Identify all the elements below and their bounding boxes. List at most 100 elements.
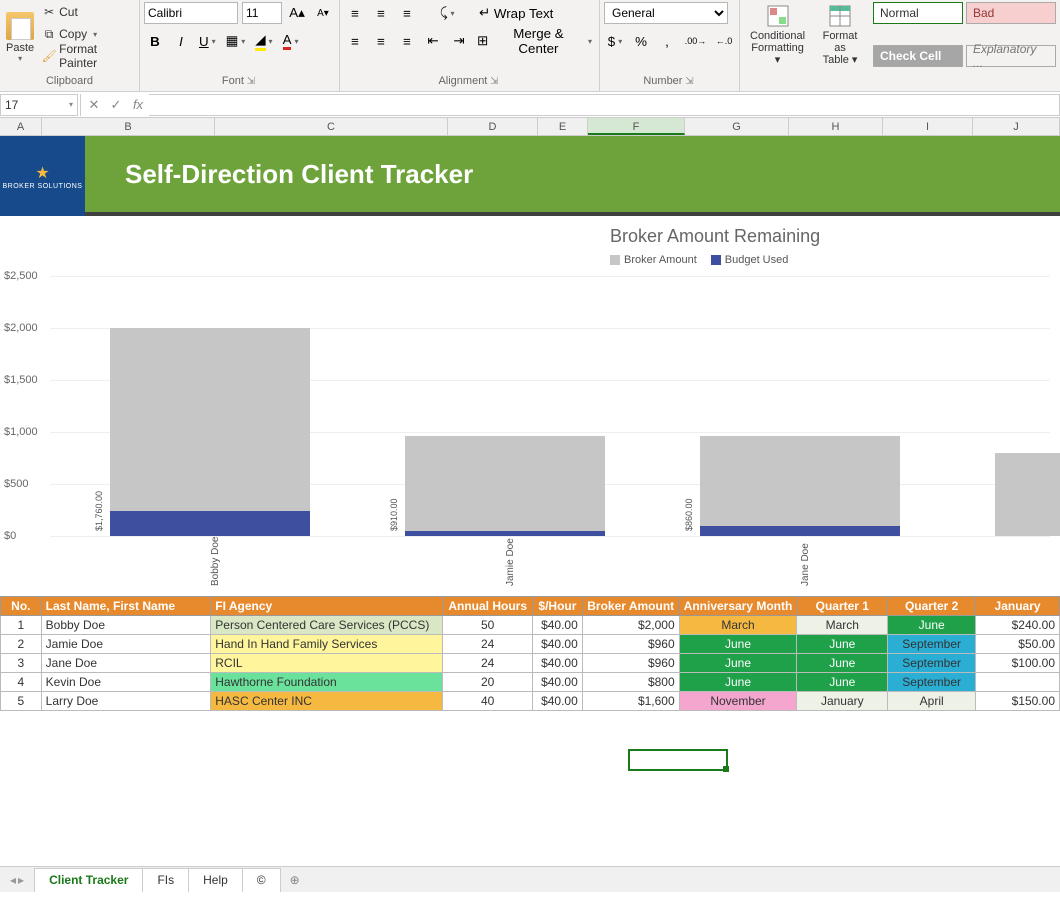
cell[interactable]: $960 — [582, 635, 679, 654]
style-normal[interactable]: Normal — [873, 2, 963, 24]
cell[interactable]: $100.00 — [976, 654, 1060, 673]
tab-nav[interactable]: ◂▸ — [10, 873, 24, 887]
style-bad[interactable]: Bad — [966, 2, 1056, 24]
style-check-cell[interactable]: Check Cell — [873, 45, 963, 67]
sheet-tab[interactable]: FIs — [142, 868, 189, 892]
format-as-table-button[interactable]: Format as Table ▾ — [815, 2, 865, 85]
cell[interactable]: Bobby Doe — [41, 616, 211, 635]
cell[interactable]: $960 — [582, 654, 679, 673]
enter-formula-button[interactable]: ✓ — [105, 94, 127, 116]
cell[interactable]: June — [888, 616, 976, 635]
cell[interactable]: HASC Center INC — [211, 692, 443, 711]
table-header[interactable]: $/Hour — [533, 597, 583, 616]
underline-button[interactable]: U — [196, 30, 219, 52]
accounting-button[interactable]: $ — [604, 30, 626, 52]
font-size-select[interactable] — [242, 2, 282, 24]
align-right-button[interactable]: ≡ — [396, 30, 418, 52]
cell[interactable]: Jamie Doe — [41, 635, 211, 654]
name-box[interactable]: 17 — [0, 94, 78, 116]
border-button[interactable]: ▦ — [223, 30, 249, 52]
cell[interactable]: $2,000 — [582, 616, 679, 635]
table-row[interactable]: 1Bobby DoePerson Centered Care Services … — [1, 616, 1060, 635]
table-row[interactable]: 4Kevin DoeHawthorne Foundation20$40.00$8… — [1, 673, 1060, 692]
col-header-E[interactable]: E — [538, 118, 588, 135]
cell[interactable]: $40.00 — [533, 635, 583, 654]
align-dialog-launcher[interactable]: ⇲ — [487, 76, 500, 87]
cell[interactable]: September — [888, 654, 976, 673]
cell[interactable] — [976, 673, 1060, 692]
cell[interactable]: September — [888, 673, 976, 692]
align-left-button[interactable]: ≡ — [344, 30, 366, 52]
cell[interactable]: RCIL — [211, 654, 443, 673]
cell[interactable]: $50.00 — [976, 635, 1060, 654]
formula-input[interactable] — [149, 94, 1060, 116]
indent-dec-button[interactable]: ⇤ — [422, 30, 444, 52]
dec-decimal-button[interactable]: ←.0 — [713, 30, 735, 52]
cell[interactable]: 5 — [1, 692, 42, 711]
cell[interactable]: $1,600 — [582, 692, 679, 711]
cell[interactable]: March — [679, 616, 797, 635]
cell[interactable]: 24 — [443, 654, 533, 673]
cell[interactable]: 1 — [1, 616, 42, 635]
cell[interactable]: March — [797, 616, 888, 635]
col-header-D[interactable]: D — [448, 118, 538, 135]
cell[interactable]: June — [679, 673, 797, 692]
table-header[interactable]: Quarter 2 — [888, 597, 976, 616]
number-format-select[interactable]: General — [604, 2, 728, 24]
new-sheet-button[interactable]: ⊕ — [290, 873, 300, 887]
cell[interactable]: 20 — [443, 673, 533, 692]
cell[interactable]: Hand In Hand Family Services — [211, 635, 443, 654]
cell[interactable]: Larry Doe — [41, 692, 211, 711]
cell[interactable]: June — [797, 635, 888, 654]
percent-button[interactable]: % — [630, 30, 652, 52]
col-header-F[interactable]: F — [588, 118, 685, 135]
table-header[interactable]: Last Name, First Name — [41, 597, 211, 616]
col-header-G[interactable]: G — [685, 118, 789, 135]
shrink-font-button[interactable]: A▾ — [312, 2, 334, 24]
col-header-A[interactable]: A — [0, 118, 42, 135]
orientation-button[interactable]: ⤹ — [436, 2, 458, 24]
inc-decimal-button[interactable]: .00→ — [682, 30, 709, 52]
cell[interactable]: $150.00 — [976, 692, 1060, 711]
cell[interactable]: 3 — [1, 654, 42, 673]
cell[interactable]: $800 — [582, 673, 679, 692]
merge-center-button[interactable]: ⊞ Merge & Center — [474, 30, 595, 52]
table-header[interactable]: FI Agency — [211, 597, 443, 616]
style-explanatory[interactable]: Explanatory ... — [966, 45, 1056, 67]
cell[interactable]: 40 — [443, 692, 533, 711]
cell[interactable]: 50 — [443, 616, 533, 635]
cell[interactable]: April — [888, 692, 976, 711]
table-row[interactable]: 5Larry DoeHASC Center INC40$40.00$1,600N… — [1, 692, 1060, 711]
cell[interactable]: $40.00 — [533, 673, 583, 692]
col-header-B[interactable]: B — [42, 118, 215, 135]
align-middle-button[interactable]: ≡ — [370, 2, 392, 24]
cell[interactable]: Hawthorne Foundation — [211, 673, 443, 692]
table-header[interactable]: Broker Amount — [582, 597, 679, 616]
cell[interactable]: January — [797, 692, 888, 711]
col-header-C[interactable]: C — [215, 118, 448, 135]
comma-button[interactable]: , — [656, 30, 678, 52]
cell[interactable]: 24 — [443, 635, 533, 654]
cell[interactable]: September — [888, 635, 976, 654]
sheet-tab[interactable]: © — [242, 868, 281, 892]
cell[interactable]: Person Centered Care Services (PCCS) — [211, 616, 443, 635]
cell[interactable]: June — [797, 654, 888, 673]
cell[interactable]: $40.00 — [533, 654, 583, 673]
font-name-select[interactable] — [144, 2, 238, 24]
table-header[interactable]: No. — [1, 597, 42, 616]
number-dialog-launcher[interactable]: ⇲ — [682, 76, 695, 87]
cell[interactable]: 2 — [1, 635, 42, 654]
table-row[interactable]: 3Jane DoeRCIL24$40.00$960JuneJuneSeptemb… — [1, 654, 1060, 673]
chart[interactable]: Broker Amount Remaining Broker Amount Bu… — [0, 216, 1060, 596]
sheet-tab[interactable]: Client Tracker — [34, 868, 143, 893]
bold-button[interactable]: B — [144, 30, 166, 52]
cancel-formula-button[interactable]: ✕ — [83, 94, 105, 116]
table-header[interactable]: Quarter 1 — [797, 597, 888, 616]
data-table[interactable]: No.Last Name, First NameFI AgencyAnnual … — [0, 596, 1060, 711]
copy-button[interactable]: ⧉Copy — [40, 24, 135, 44]
cell[interactable]: $40.00 — [533, 692, 583, 711]
cell[interactable]: November — [679, 692, 797, 711]
font-color-button[interactable]: A — [280, 30, 302, 52]
grow-font-button[interactable]: A▴ — [286, 2, 308, 24]
cell[interactable]: June — [797, 673, 888, 692]
